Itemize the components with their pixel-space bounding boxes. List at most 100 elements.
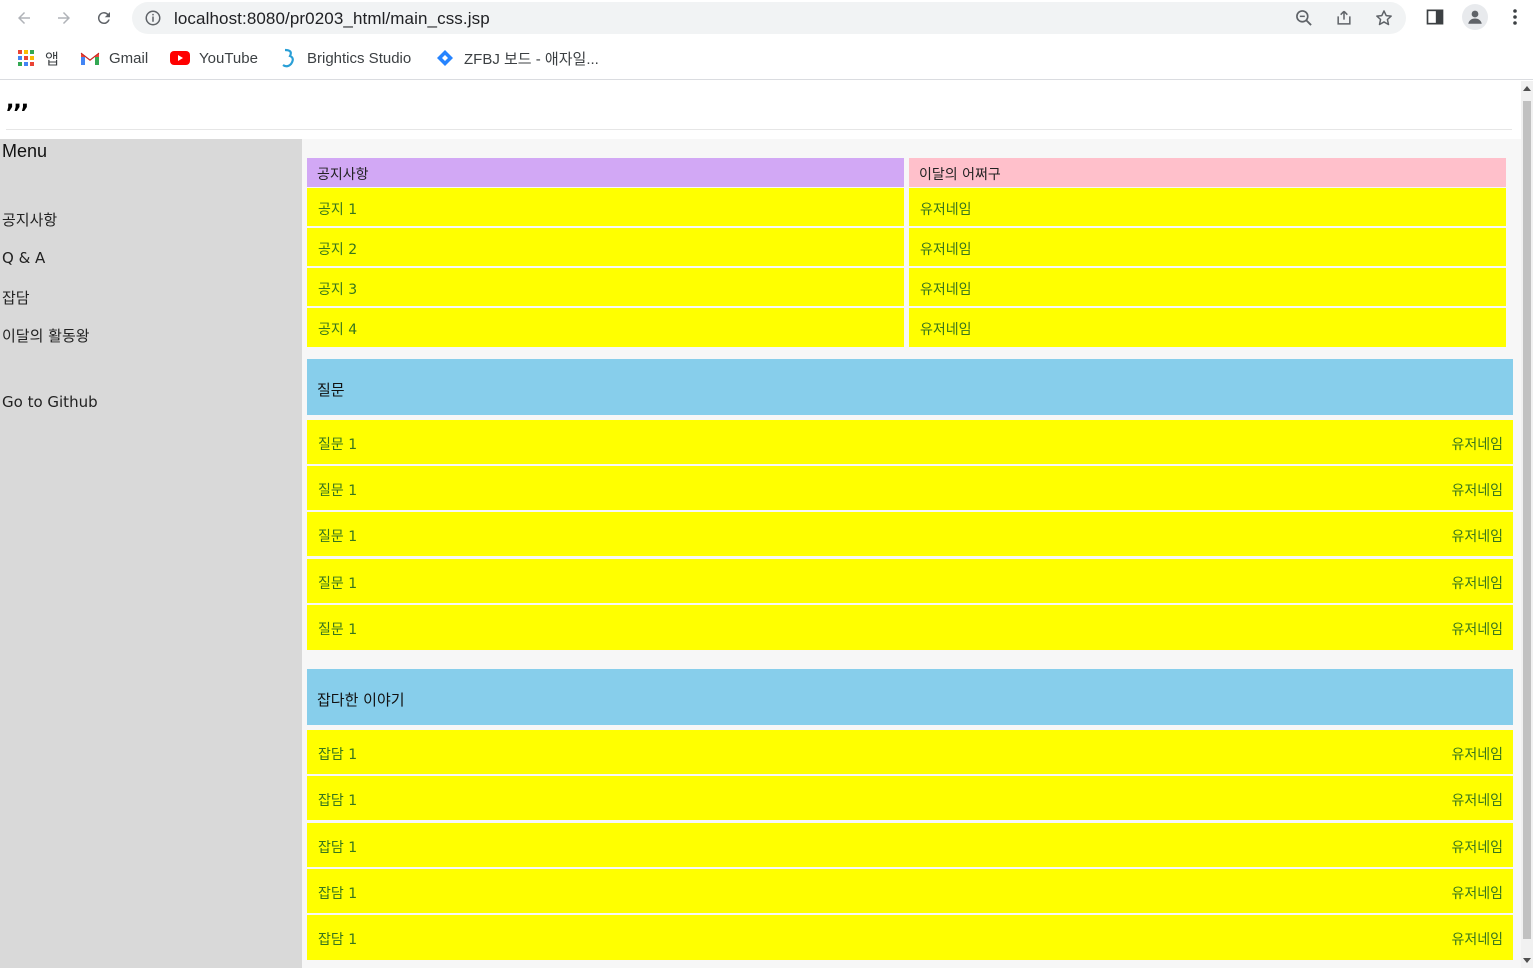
chat-row[interactable]: 잡담 1 유저네임 <box>307 823 1513 867</box>
monthly-username[interactable]: 유저네임 <box>920 239 972 259</box>
share-icon[interactable] <box>1334 8 1354 28</box>
monthly-header: 이달의 어쩌구 <box>909 158 1506 187</box>
side-panel-icon <box>1426 9 1444 25</box>
main-content: 공지사항 공지 1 공지 2 공지 3 공지 4 이달의 어쩌구 유저네임 유저… <box>302 139 1521 968</box>
scroll-down-arrow-icon[interactable] <box>1523 958 1531 963</box>
monthly-username[interactable]: 유저네임 <box>920 279 972 299</box>
chat-title[interactable]: 잡담 1 <box>318 837 357 857</box>
chat-row[interactable]: 잡담 1 유저네임 <box>307 730 1513 774</box>
sidebar-item-chat[interactable]: 잡담 <box>2 287 30 308</box>
notice-title[interactable]: 공지 4 <box>318 319 357 339</box>
reload-button[interactable] <box>92 6 116 30</box>
notice-row[interactable]: 공지 4 <box>307 308 904 347</box>
notice-row[interactable]: 공지 1 <box>307 188 904 226</box>
bookmark-label: ZFBJ 보드 - 애자일... <box>464 50 599 68</box>
browser-menu-button[interactable] <box>1504 6 1526 28</box>
monthly-row[interactable]: 유저네임 <box>909 268 1506 306</box>
site-header: ,,, <box>0 81 1521 130</box>
jira-diamond-icon <box>435 48 455 68</box>
bookmarks-bar: 앱 Gmail YouTube Brightics Studio ZFBJ 보드… <box>0 36 1533 80</box>
qna-username: 유저네임 <box>1451 622 1503 638</box>
sidebar-item-notice[interactable]: 공지사항 <box>2 209 57 230</box>
scrollbar-thumb[interactable] <box>1523 101 1531 939</box>
bookmark-label: Gmail <box>109 49 149 67</box>
chat-row[interactable]: 잡담 1 유저네임 <box>307 776 1513 820</box>
monthly-row[interactable]: 유저네임 <box>909 188 1506 226</box>
bookmark-gmail[interactable]: Gmail <box>80 48 148 68</box>
site-logo[interactable]: ,,, <box>6 89 29 114</box>
qna-row[interactable]: 질문 1 유저네임 <box>307 420 1513 464</box>
side-panel-button[interactable] <box>1424 6 1446 28</box>
qna-row[interactable]: 질문 1 유저네임 <box>307 512 1513 556</box>
kebab-menu-icon <box>1513 9 1517 25</box>
chat-row[interactable]: 잡담 1 유저네임 <box>307 869 1513 913</box>
monthly-row[interactable]: 유저네임 <box>909 228 1506 266</box>
avatar-icon <box>1468 10 1482 24</box>
monthly-username[interactable]: 유저네임 <box>920 199 972 219</box>
qna-username: 유저네임 <box>1451 437 1503 453</box>
zoom-icon[interactable] <box>1294 8 1314 28</box>
bookmark-label: 앱 <box>45 50 59 68</box>
notice-header: 공지사항 <box>307 158 904 187</box>
notice-row[interactable]: 공지 3 <box>307 268 904 306</box>
sidebar-item-qna[interactable]: Q & A <box>2 249 45 267</box>
forward-button[interactable] <box>52 6 76 30</box>
forward-arrow-icon <box>58 12 70 24</box>
apps-grid-icon <box>16 48 36 68</box>
back-arrow-icon <box>18 12 30 24</box>
qna-row[interactable]: 질문 1 유저네임 <box>307 466 1513 510</box>
monthly-row[interactable]: 유저네임 <box>909 308 1506 347</box>
scroll-up-arrow-icon[interactable] <box>1523 86 1531 91</box>
bookmark-youtube[interactable]: YouTube <box>170 48 258 68</box>
qna-row[interactable]: 질문 1 유저네임 <box>307 559 1513 603</box>
qna-title[interactable]: 질문 1 <box>318 526 357 546</box>
bookmark-label: YouTube <box>199 49 258 67</box>
chat-title[interactable]: 잡담 1 <box>318 883 357 903</box>
notice-title[interactable]: 공지 3 <box>318 279 357 299</box>
chat-username: 유저네임 <box>1451 886 1503 902</box>
chat-username: 유저네임 <box>1451 793 1503 809</box>
qna-username: 유저네임 <box>1451 483 1503 499</box>
chat-username: 유저네임 <box>1451 932 1503 948</box>
qna-row[interactable]: 질문 1 유저네임 <box>307 605 1513 650</box>
youtube-icon <box>170 48 190 68</box>
qna-username: 유저네임 <box>1451 529 1503 545</box>
bookmark-apps[interactable]: 앱 <box>16 48 59 68</box>
header-divider <box>6 129 1512 130</box>
gmail-icon <box>80 48 100 68</box>
qna-username: 유저네임 <box>1451 576 1503 592</box>
profile-button[interactable] <box>1462 4 1488 30</box>
back-button[interactable] <box>12 6 36 30</box>
bookmark-brightics[interactable]: Brightics Studio <box>278 48 411 68</box>
address-bar[interactable]: localhost:8080/pr0203_html/main_css.jsp <box>132 2 1406 34</box>
site-info-icon[interactable] <box>144 9 162 27</box>
chat-section-header: 잡다한 이야기 <box>307 669 1513 725</box>
chat-username: 유저네임 <box>1451 840 1503 856</box>
reload-icon <box>97 12 110 25</box>
chat-row[interactable]: 잡담 1 유저네임 <box>307 915 1513 960</box>
qna-title[interactable]: 질문 1 <box>318 480 357 500</box>
chat-title[interactable]: 잡담 1 <box>318 790 357 810</box>
notice-row[interactable]: 공지 2 <box>307 228 904 266</box>
qna-title[interactable]: 질문 1 <box>318 619 357 639</box>
browser-toolbar: localhost:8080/pr0203_html/main_css.jsp <box>0 0 1533 36</box>
brightics-icon <box>278 48 298 68</box>
sidebar-item-top-activity[interactable]: 이달의 활동왕 <box>2 325 90 346</box>
monthly-username[interactable]: 유저네임 <box>920 319 972 339</box>
notice-title[interactable]: 공지 1 <box>318 199 357 219</box>
qna-title[interactable]: 질문 1 <box>318 434 357 454</box>
bookmark-zfbj[interactable]: ZFBJ 보드 - 애자일... <box>435 48 599 68</box>
qna-title[interactable]: 질문 1 <box>318 573 357 593</box>
vertical-scrollbar[interactable] <box>1521 81 1533 968</box>
github-link[interactable]: Go to Github <box>2 393 98 411</box>
chat-title[interactable]: 잡담 1 <box>318 744 357 764</box>
sidebar: Menu 공지사항 Q & A 잡담 이달의 활동왕 Go to Github <box>0 139 302 968</box>
qna-section-header: 질문 <box>307 359 1513 415</box>
notice-title[interactable]: 공지 2 <box>318 239 357 259</box>
bookmark-label: Brightics Studio <box>307 49 412 67</box>
url-text[interactable]: localhost:8080/pr0203_html/main_css.jsp <box>174 9 490 29</box>
menu-title: Menu <box>2 141 48 161</box>
chat-title[interactable]: 잡담 1 <box>318 929 357 949</box>
chat-username: 유저네임 <box>1451 747 1503 763</box>
bookmark-star-icon[interactable] <box>1374 8 1394 28</box>
